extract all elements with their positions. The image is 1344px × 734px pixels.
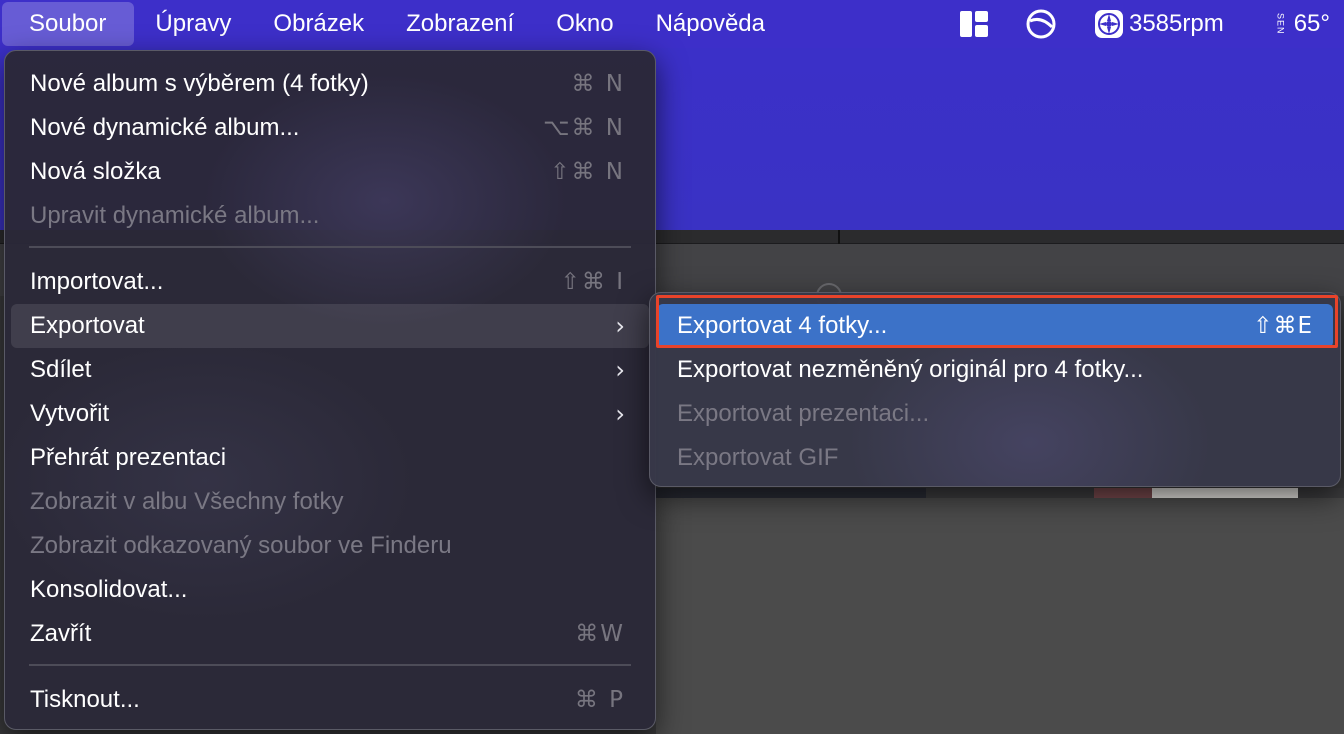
menu-shortcut: ⌘W (575, 621, 625, 647)
menu-item-new-folder[interactable]: Nová složka ⇧⌘ N (11, 150, 649, 194)
menu-item-label: Přehrát prezentaci (30, 444, 227, 471)
menu-item-label: Zobrazit odkazovaný soubor ve Finderu (30, 532, 452, 559)
menu-item-label: Sdílet (30, 356, 92, 383)
menu-item-label: Zavřít (30, 620, 92, 647)
file-menu: Nové album s výběrem (4 fotky) ⌘ N Nové … (4, 50, 656, 730)
menu-bar: Soubor Úpravy Obrázek Zobrazení Okno Náp… (0, 0, 1344, 48)
menu-item-export-unmodified-original[interactable]: Exportovat nezměněný originál pro 4 fotk… (657, 348, 1333, 392)
menu-item-close[interactable]: Zavřít ⌘W (11, 612, 649, 656)
chevron-right-icon: › (615, 400, 625, 428)
menu-separator (29, 246, 631, 248)
window-divider (838, 230, 840, 244)
menu-item-label: Exportovat nezměněný originál pro 4 fotk… (677, 356, 1144, 383)
menu-item-import[interactable]: Importovat... ⇧⌘ I (11, 260, 649, 304)
chevron-right-icon: › (615, 312, 625, 340)
menu-item-export-gif: Exportovat GIF (657, 436, 1333, 480)
fan-speed: 3585rpm (1128, 10, 1224, 37)
menu-soubor[interactable]: Soubor (2, 2, 135, 46)
menu-shortcut: ⇧⌘ N (550, 159, 625, 185)
menu-item-export[interactable]: Exportovat › (11, 304, 649, 348)
menu-napoveda[interactable]: Nápověda (635, 0, 786, 48)
menu-zobrazeni[interactable]: Zobrazení (385, 0, 535, 48)
menu-item-label: Exportovat prezentaci... (677, 400, 930, 427)
menu-item-export-slideshow: Exportovat prezentaci... (657, 392, 1333, 436)
temp-sensor-label: SEN (1275, 13, 1286, 35)
menu-item-label: Nové album s výběrem (4 fotky) (30, 70, 369, 97)
menu-shortcut: ⌘ P (574, 687, 625, 713)
menu-okno[interactable]: Okno (535, 0, 634, 48)
menu-shortcut: ⇧⌘ I (560, 269, 625, 295)
menu-item-show-referenced-file: Zobrazit odkazovaný soubor ve Finderu (11, 524, 649, 568)
fan-icon (1093, 8, 1125, 40)
window-layout-icon[interactable] (959, 9, 989, 39)
menu-shortcut: ⇧⌘E (1253, 313, 1313, 339)
temperature-control[interactable]: SEN 65° (1276, 10, 1330, 38)
menu-item-label: Nová složka (30, 158, 161, 185)
menu-item-new-smart-album[interactable]: Nové dynamické album... ⌥⌘ N (11, 106, 649, 150)
export-submenu: Exportovat 4 fotky... ⇧⌘E Exportovat nez… (649, 292, 1341, 487)
menu-item-consolidate[interactable]: Konsolidovat... (11, 568, 649, 612)
menu-separator (29, 664, 631, 666)
vpn-icon[interactable] (1025, 8, 1057, 40)
menu-obrazek[interactable]: Obrázek (252, 0, 385, 48)
menu-item-new-album[interactable]: Nové album s výběrem (4 fotky) ⌘ N (11, 62, 649, 106)
menu-item-edit-smart-album: Upravit dynamické album... (11, 194, 649, 238)
menu-item-label: Upravit dynamické album... (30, 202, 320, 229)
menu-item-export-photos[interactable]: Exportovat 4 fotky... ⇧⌘E (657, 304, 1333, 348)
menu-item-show-in-all-photos: Zobrazit v albu Všechny fotky (11, 480, 649, 524)
menu-item-label: Exportovat GIF (677, 444, 839, 471)
menu-item-label: Tisknout... (30, 686, 140, 713)
photo-content-area (656, 498, 1344, 734)
menu-item-label: Nové dynamické album... (30, 114, 300, 141)
menu-item-create[interactable]: Vytvořit › (11, 392, 649, 436)
menu-item-print[interactable]: Tisknout... ⌘ P (11, 678, 649, 722)
menu-shortcut: ⌘ N (571, 71, 625, 97)
photo-thumbnail[interactable] (656, 488, 926, 498)
menu-upravy[interactable]: Úpravy (134, 0, 252, 48)
status-area: 3585rpm SEN 65° (959, 0, 1344, 48)
menu-item-label: Vytvořit (30, 400, 110, 427)
photo-thumbnail[interactable] (1152, 488, 1298, 498)
photo-thumbnail[interactable] (1094, 488, 1152, 498)
menu-item-label: Konsolidovat... (30, 576, 188, 603)
menu-item-label: Exportovat 4 fotky... (677, 312, 888, 339)
menu-item-play-slideshow[interactable]: Přehrát prezentaci (11, 436, 649, 480)
menu-item-label: Exportovat (30, 312, 145, 339)
menu-item-label: Zobrazit v albu Všechny fotky (30, 488, 344, 515)
menu-item-label: Importovat... (30, 268, 164, 295)
fan-control[interactable]: 3585rpm (1093, 8, 1224, 40)
temperature: 65° (1293, 10, 1330, 37)
menu-shortcut: ⌥⌘ N (542, 115, 625, 141)
chevron-right-icon: › (615, 356, 625, 384)
menu-item-share[interactable]: Sdílet › (11, 348, 649, 392)
